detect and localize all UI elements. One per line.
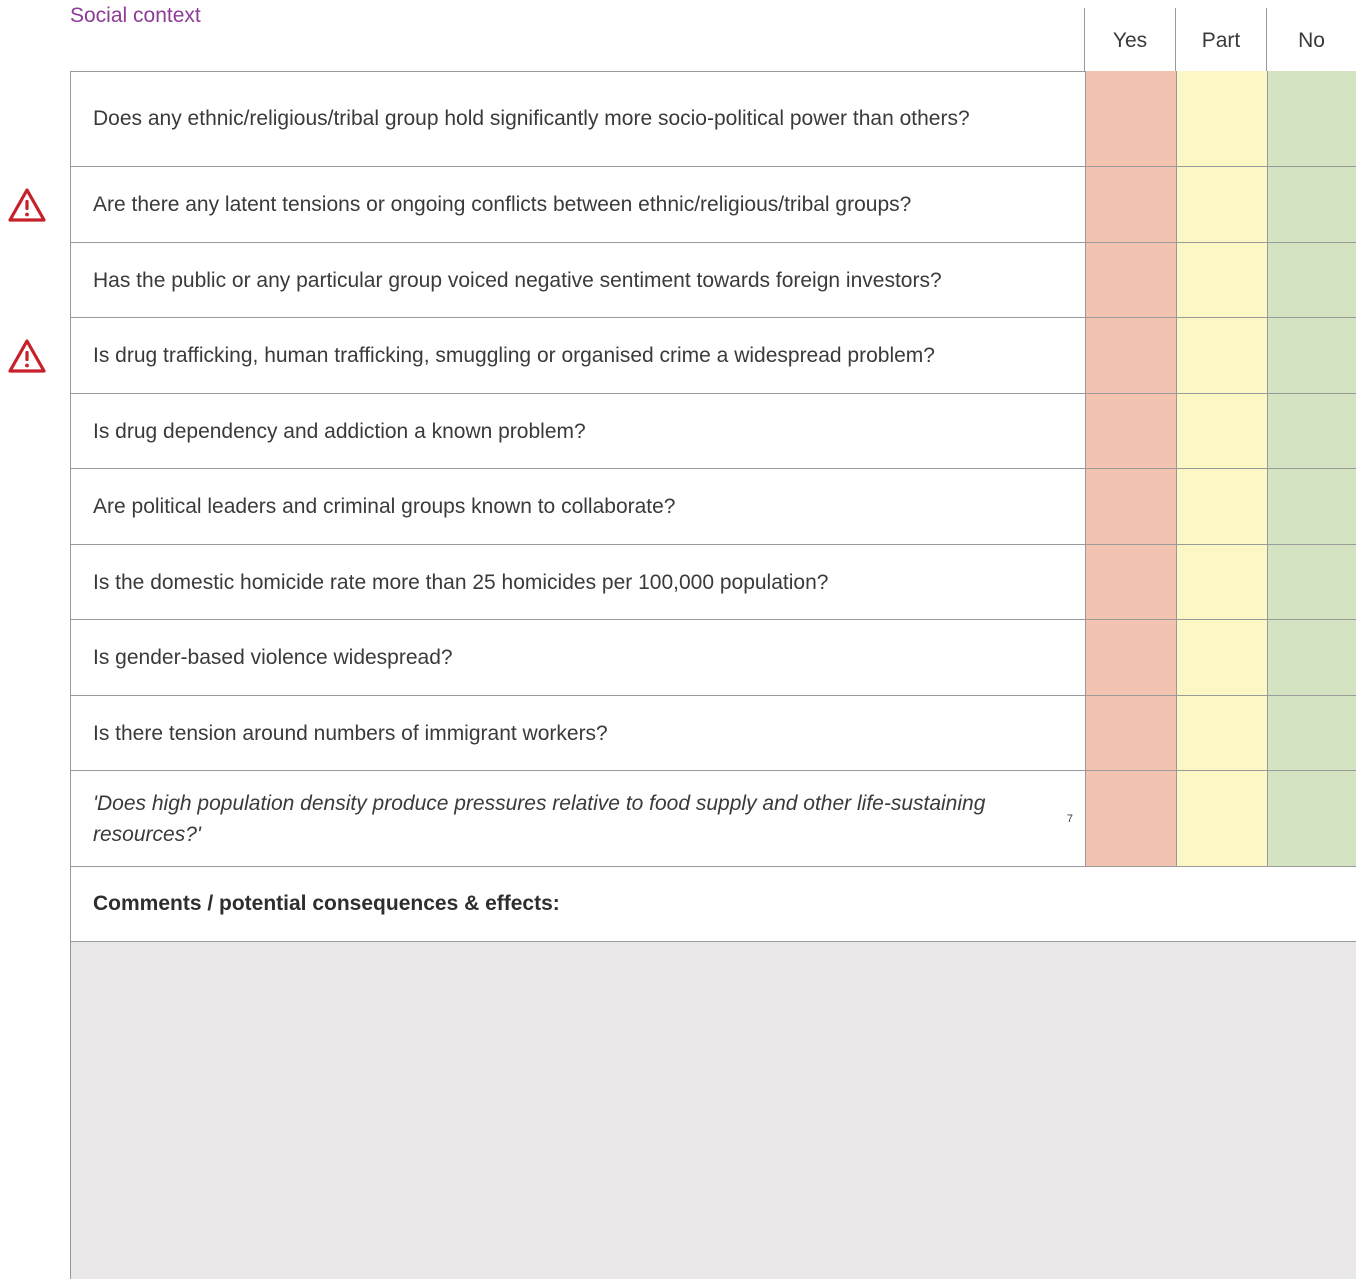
question-row: 'Does high population density produce pr… bbox=[70, 771, 1356, 867]
warning-icon bbox=[8, 339, 46, 373]
answer-no-cell[interactable] bbox=[1267, 545, 1356, 619]
answer-yes-cell[interactable] bbox=[1085, 318, 1176, 393]
answer-part-cell[interactable] bbox=[1176, 469, 1267, 544]
column-header-part-label: Part bbox=[1201, 28, 1241, 52]
question-text-content: Is drug trafficking, human trafficking, … bbox=[93, 344, 935, 367]
answer-yes-cell[interactable] bbox=[1085, 167, 1176, 242]
question-text: 'Does high population density produce pr… bbox=[93, 771, 1073, 866]
question-row: Does any ethnic/religious/tribal group h… bbox=[70, 71, 1356, 167]
question-text: Does any ethnic/religious/tribal group h… bbox=[93, 71, 1073, 166]
answer-part-cell[interactable] bbox=[1176, 620, 1267, 695]
column-header-no: No bbox=[1266, 8, 1356, 71]
answer-part-cell[interactable] bbox=[1176, 71, 1267, 166]
comments-label: Comments / potential consequences & effe… bbox=[93, 892, 560, 915]
question-row: Are political leaders and criminal group… bbox=[70, 469, 1356, 545]
question-text-content: Is the domestic homicide rate more than … bbox=[93, 570, 829, 594]
question-text: Has the public or any particular group v… bbox=[93, 243, 1073, 317]
question-text: Is drug dependency and addiction a known… bbox=[93, 394, 1073, 468]
answer-part-cell[interactable] bbox=[1176, 394, 1267, 468]
question-row: Is the domestic homicide rate more than … bbox=[70, 545, 1356, 620]
answer-no-cell[interactable] bbox=[1267, 243, 1356, 317]
column-header-yes: Yes bbox=[1084, 8, 1175, 71]
answer-part-cell[interactable] bbox=[1176, 771, 1267, 866]
question-row: Is drug dependency and addiction a known… bbox=[70, 394, 1356, 469]
answer-yes-cell[interactable] bbox=[1085, 469, 1176, 544]
answer-yes-cell[interactable] bbox=[1085, 771, 1176, 866]
comments-input-area[interactable] bbox=[70, 942, 1356, 1279]
question-text: Are political leaders and criminal group… bbox=[93, 469, 1073, 544]
question-row: Has the public or any particular group v… bbox=[70, 243, 1356, 318]
answer-part-cell[interactable] bbox=[1176, 318, 1267, 393]
question-text: Are there any latent tensions or ongoing… bbox=[93, 167, 1073, 242]
answer-part-cell[interactable] bbox=[1176, 243, 1267, 317]
answer-part-cell[interactable] bbox=[1176, 545, 1267, 619]
question-text-content: Does any ethnic/religious/tribal group h… bbox=[93, 107, 970, 130]
answer-yes-cell[interactable] bbox=[1085, 620, 1176, 695]
question-row: Is gender-based violence widespread? bbox=[70, 620, 1356, 696]
section-title: Social context bbox=[70, 4, 201, 27]
answer-part-cell[interactable] bbox=[1176, 696, 1267, 770]
question-row: Are there any latent tensions or ongoing… bbox=[70, 167, 1356, 243]
column-header-yes-label: Yes bbox=[1112, 28, 1148, 52]
answer-no-cell[interactable] bbox=[1267, 771, 1356, 866]
question-text: Is gender-based violence widespread? bbox=[93, 620, 1073, 695]
answer-no-cell[interactable] bbox=[1267, 394, 1356, 468]
column-header-no-label: No bbox=[1298, 28, 1325, 52]
question-text-content: Is there tension around numbers of immig… bbox=[93, 721, 608, 745]
question-text-content: Is drug dependency and addiction a known… bbox=[93, 419, 586, 443]
answer-yes-cell[interactable] bbox=[1085, 545, 1176, 619]
answer-yes-cell[interactable] bbox=[1085, 243, 1176, 317]
question-text: Is drug trafficking, human trafficking, … bbox=[93, 318, 1073, 393]
footnote-marker: 7 bbox=[1066, 812, 1073, 825]
question-text-content: Are political leaders and criminal group… bbox=[93, 495, 676, 518]
question-text: Is there tension around numbers of immig… bbox=[93, 696, 1073, 770]
question-text-content: Are there any latent tensions or ongoing… bbox=[93, 193, 912, 216]
question-text-content: Is gender-based violence widespread? bbox=[93, 646, 453, 669]
question-text: Is the domestic homicide rate more than … bbox=[93, 545, 1073, 619]
question-row: Is drug trafficking, human trafficking, … bbox=[70, 318, 1356, 394]
answer-no-cell[interactable] bbox=[1267, 620, 1356, 695]
answer-yes-cell[interactable] bbox=[1085, 394, 1176, 468]
answer-no-cell[interactable] bbox=[1267, 167, 1356, 242]
answer-part-cell[interactable] bbox=[1176, 167, 1267, 242]
question-text-content: 'Does high population density produce pr… bbox=[93, 791, 986, 846]
answer-no-cell[interactable] bbox=[1267, 318, 1356, 393]
question-row: Is there tension around numbers of immig… bbox=[70, 696, 1356, 771]
answer-yes-cell[interactable] bbox=[1085, 696, 1176, 770]
answer-no-cell[interactable] bbox=[1267, 696, 1356, 770]
answer-no-cell[interactable] bbox=[1267, 71, 1356, 166]
column-header-part: Part bbox=[1175, 8, 1266, 71]
question-text-content: Has the public or any particular group v… bbox=[93, 268, 942, 292]
answer-no-cell[interactable] bbox=[1267, 469, 1356, 544]
comments-header: Comments / potential consequences & effe… bbox=[70, 867, 1356, 942]
answer-yes-cell[interactable] bbox=[1085, 71, 1176, 166]
warning-icon bbox=[8, 188, 46, 222]
